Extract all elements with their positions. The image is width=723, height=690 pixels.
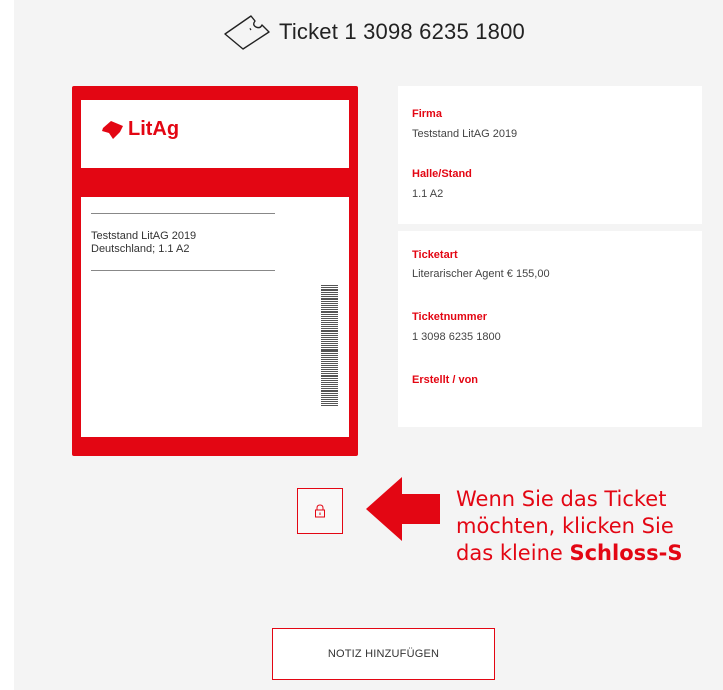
hint-line-2: möchten, klicken Sie [456, 514, 674, 538]
erstellt-label: Erstellt / von [412, 374, 479, 386]
lock-hint: Wenn Sie das Ticket möchten, klicken Sie… [456, 486, 682, 567]
hint-line-1: Wenn Sie das Ticket [456, 487, 667, 511]
ticket-icon [224, 15, 270, 50]
page-header: Ticket 1 3098 6235 1800 [221, 12, 525, 52]
ticket-line-1: Teststand LitAG 2019 [91, 230, 197, 242]
ticketnummer-label: Ticketnummer [412, 311, 487, 323]
litag-logo-icon [102, 120, 123, 139]
hint-line-3-b: Schloss-S [569, 541, 683, 565]
lock-button[interactable] [297, 488, 343, 534]
ticket-line-2: Deutschland; 1.1 A2 [91, 243, 190, 255]
divider [91, 270, 275, 271]
ticketart-label: Ticketart [412, 249, 458, 261]
ticketart-value: Literarischer Agent € 155,00 [412, 268, 550, 280]
barcode [321, 285, 338, 406]
add-note-button[interactable]: NOTIZ HINZUFÜGEN [272, 628, 495, 680]
company-card: Firma Teststand LitAG 2019 Halle/Stand 1… [398, 86, 702, 224]
page-title: Ticket 1 3098 6235 1800 [279, 19, 525, 44]
ticket-body: Teststand LitAG 2019 Deutschland; 1.1 A2 [81, 197, 349, 437]
firma-label: Firma [412, 108, 442, 120]
ticket-header: LitAg [81, 100, 349, 168]
ticket-card: LitAg Teststand LitAG 2019 Deutschland; … [72, 86, 358, 456]
halle-label: Halle/Stand [412, 168, 472, 180]
arrow-left-icon [366, 477, 440, 541]
hint-line-3-a: das kleine [456, 541, 570, 565]
ticket-address: Teststand LitAG 2019 Deutschland; 1.1 A2 [91, 230, 196, 256]
ticketnummer-value: 1 3098 6235 1800 [412, 331, 501, 343]
firma-value: Teststand LitAG 2019 [412, 128, 518, 140]
halle-value: 1.1 A2 [412, 188, 444, 200]
ticket-panel: Ticket 1 3098 6235 1800 LitAg Teststand … [14, 0, 723, 690]
lock-icon [315, 504, 325, 518]
litag-logo: LitAg [101, 118, 179, 141]
ticket-details-card: Ticketart Literarischer Agent € 155,00 T… [398, 231, 702, 427]
logo-text: LitAg [128, 118, 180, 140]
hint-line-3: das kleine Schloss-S [456, 540, 682, 567]
divider [91, 213, 275, 214]
